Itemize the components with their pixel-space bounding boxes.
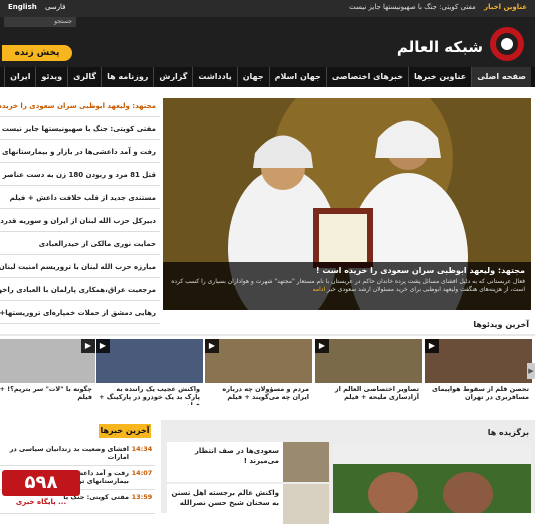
play-icon: ▶: [81, 339, 95, 353]
video-caption[interactable]: تحصن قلم از سقوط هواپیمای مسافربری در ته…: [425, 383, 532, 405]
video-card[interactable]: ▶ واکنش عجیب یک راننده به پارک بد یک خود…: [96, 339, 203, 405]
video-thumbnail: ▶: [205, 339, 312, 383]
live-stream-button[interactable]: پخش زنده: [2, 45, 72, 61]
nav-iran[interactable]: ایران: [4, 67, 35, 87]
lang-english-link[interactable]: English: [8, 3, 37, 11]
headline-item[interactable]: مجتهد: ولیعهد ابوظبی سران سعودی را خریده…: [0, 94, 160, 117]
carousel-next-arrow[interactable]: ▶: [527, 363, 535, 379]
featured-title: برگزیده ها: [487, 428, 529, 437]
hero-title[interactable]: مجتهد: ولیعهد ابوظبی سران سعودی را خریده…: [169, 266, 525, 275]
news-text[interactable]: افشای وضعیت بد زندانیان سیاسی در امارات: [0, 445, 129, 463]
featured-thumbnail: [283, 484, 329, 524]
featured-card[interactable]: واکنش عالم برجسته اهل تسنن به سخنان شیخ …: [167, 484, 329, 524]
ticker-text[interactable]: مفتی کویتی: جنگ با صهیونیستها جایز نیست: [349, 3, 476, 11]
hero-more-link[interactable]: ادامه: [313, 286, 325, 293]
site-header: جستجو پخش زنده شبکه العالم: [0, 17, 535, 67]
play-icon: ▶: [425, 339, 439, 353]
search-input[interactable]: جستجو: [4, 17, 76, 27]
nav-home[interactable]: صفحه اصلی: [471, 67, 531, 87]
video-card[interactable]: ▶ مردم و مسؤولان چه درباره ایران چه می‌گ…: [205, 339, 312, 405]
nav-newspapers[interactable]: روزنامه ها: [101, 67, 153, 87]
watermark-site: پایگاه خبری ...: [15, 498, 67, 506]
featured-section: برگزیده ها سعودی‌ها در صف انتظار می‌میرن…: [161, 420, 535, 524]
hands-photo: [333, 444, 531, 516]
alalam-logo-icon: [490, 27, 524, 61]
headline-list: مجتهد: ولیعهد ابوظبی سران سعودی را خریده…: [0, 94, 160, 324]
nav-report[interactable]: گزارش: [153, 67, 192, 87]
video-caption[interactable]: چگونه با "لات" سر بتریم؟! + فیلم: [0, 383, 95, 405]
play-icon: ▶: [96, 339, 110, 353]
list-item[interactable]: 14:34 افشای وضعیت بد زندانیان سیاسی در ا…: [0, 442, 155, 466]
nav-islamic-world[interactable]: جهان اسلام: [268, 67, 326, 87]
videos-header: آخرین ویدئوها: [0, 316, 535, 336]
news-time: 14:07: [131, 469, 153, 477]
headline-item[interactable]: حمایت نوری مالکی از حیدرالعبادی: [0, 232, 160, 255]
headline-item[interactable]: مرجعیت عراق،همکاری پارلمان با العبادی را…: [0, 278, 160, 301]
top-bar: English فارسی عناوين اخبار مفتی کویتی: ج…: [0, 0, 535, 17]
watermark-logo: ۵۹۸ پایگاه خبری ...: [2, 470, 80, 512]
main-nav: صفحه اصلی عناوين خبرها خبرهای اختصاصی جه…: [0, 67, 535, 87]
featured-text[interactable]: واکنش عالم برجسته اهل تسنن به سخنان شیخ …: [167, 488, 279, 508]
video-caption[interactable]: مردم و مسؤولان چه درباره ایران چه می‌گوی…: [205, 383, 312, 405]
news-time: 14:34: [131, 445, 153, 453]
hero-description: فعال عربستانی که به دلیل افشای مسائل پشت…: [169, 278, 525, 294]
hero-description-text: فعال عربستانی که به دلیل افشای مسائل پشت…: [171, 278, 525, 293]
headline-item[interactable]: مستندی جدید از قلب خلافت داعش + فیلم: [0, 186, 160, 209]
videos-title: آخرین ویدئوها: [473, 320, 529, 329]
nav-headlines[interactable]: عناوين خبرها: [408, 67, 471, 87]
featured-card[interactable]: سعودی‌ها در صف انتظار می‌میرند !: [167, 442, 329, 482]
video-thumbnail: ▶: [96, 339, 203, 383]
hero-slider[interactable]: مجتهد: ولیعهد ابوظبی سران سعودی را خریده…: [163, 98, 531, 310]
video-thumbnail: ▶: [425, 339, 532, 383]
video-carousel: ◀ ▶ تحصن قلم از سقوط هواپیمای مسافربری د…: [0, 337, 535, 407]
nav-world[interactable]: جهان: [236, 67, 269, 87]
nav-exclusive[interactable]: خبرهای اختصاصی: [325, 67, 408, 87]
video-card[interactable]: ▶ تصاویر اختصاصی العالم از آزادسازی ملیح…: [315, 339, 422, 405]
latest-news-tab[interactable]: آخرین خبرها: [99, 424, 151, 438]
news-ticker[interactable]: عناوين اخبار مفتی کویتی: جنگ با صهیونیست…: [349, 3, 527, 11]
featured-thumbnail: [283, 442, 329, 482]
headline-item[interactable]: مفتی کویتی: جنگ با صهیونیستها جایز نیست: [0, 117, 160, 140]
language-switcher: English فارسی: [8, 3, 72, 11]
nav-notes[interactable]: یادداشت: [192, 67, 236, 87]
video-caption[interactable]: تصاویر اختصاصی العالم از آزادسازی ملیحه …: [315, 383, 422, 405]
video-thumbnail: ▶: [315, 339, 422, 383]
nav-gallery[interactable]: گالری: [67, 67, 101, 87]
play-icon: ▶: [205, 339, 219, 353]
site-logo[interactable]: شبکه العالم: [397, 24, 525, 64]
watermark-number: ۵۹۸: [2, 470, 80, 496]
headline-item[interactable]: دبیرکل حزب الله لبنان از ایران و سوریه ق…: [0, 209, 160, 232]
news-time: 13:59: [131, 493, 153, 501]
play-icon: ▶: [315, 339, 329, 353]
featured-text[interactable]: سعودی‌ها در صف انتظار می‌میرند !: [167, 446, 279, 466]
video-caption[interactable]: واکنش عجیب یک راننده به پارک بد یک خودرو…: [96, 383, 203, 405]
featured-main-image[interactable]: [333, 444, 531, 516]
headline-item[interactable]: قتل 81 مرد و ربودن 180 زن به دست عناصر د…: [0, 163, 160, 186]
video-card[interactable]: ▶ تحصن قلم از سقوط هواپیمای مسافربری در …: [425, 339, 532, 405]
headline-item[interactable]: مبارزه حزب الله لبنان با تروریسم امنیت ل…: [0, 255, 160, 278]
video-card[interactable]: ▶ چگونه با "لات" سر بتریم؟! + فیلم: [0, 339, 95, 405]
lang-farsi-link[interactable]: فارسی: [45, 3, 66, 11]
nav-video[interactable]: ویدئو: [35, 67, 67, 87]
ticker-label: عناوين اخبار: [484, 3, 527, 11]
hero-caption: مجتهد: ولیعهد ابوظبی سران سعودی را خریده…: [163, 262, 531, 310]
headline-item[interactable]: رفت و آمد داعشی‌ها در بازار و بیمارستانه…: [0, 140, 160, 163]
video-thumbnail: ▶: [0, 339, 95, 383]
logo-name: شبکه العالم: [396, 38, 483, 56]
